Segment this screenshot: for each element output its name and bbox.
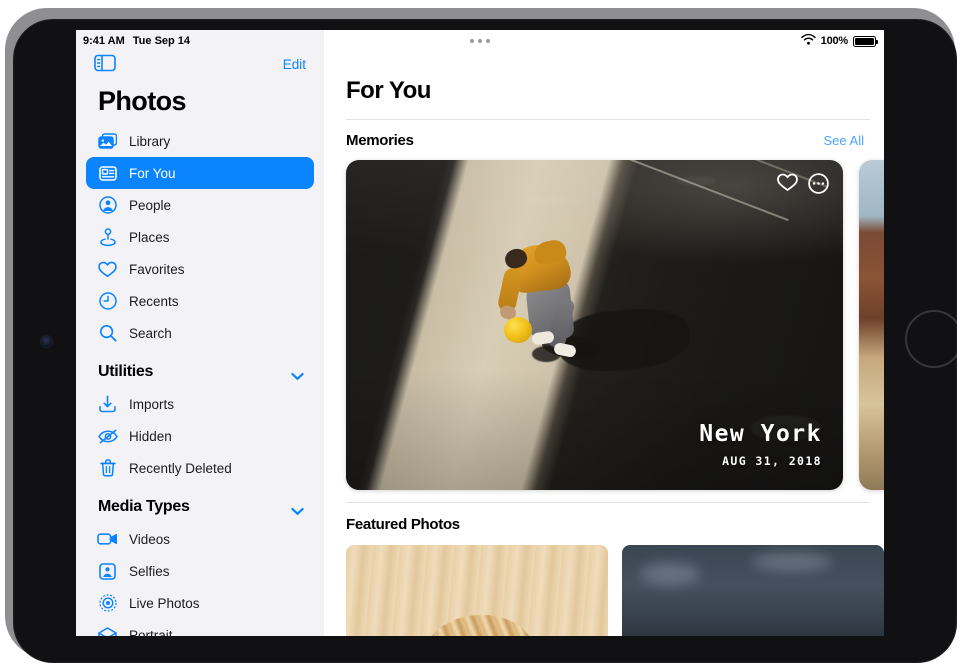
for-you-card-icon [97, 163, 118, 184]
sidebar-item-label: Selfies [129, 563, 170, 579]
photo-stack-icon [97, 131, 118, 152]
sidebar-section-media-types-items: Videos Selfies Live Photos Portrait [76, 523, 324, 636]
battery-percent-label: 100% [820, 35, 849, 47]
wall-object [837, 631, 842, 636]
sidebar-toggle-icon[interactable] [94, 54, 116, 72]
sidebar-item-for-you[interactable]: For You [86, 157, 314, 189]
sidebar-item-hidden[interactable]: Hidden [86, 420, 314, 452]
live-photo-icon [97, 593, 118, 614]
lane-marking [573, 160, 789, 222]
section-title: Media Types [98, 498, 190, 515]
sidebar-item-label: Favorites [129, 261, 185, 277]
memory-title: New York [699, 420, 822, 447]
sidebar-item-portrait[interactable]: Portrait [86, 619, 314, 636]
memories-section-header: Memories See All [324, 120, 884, 149]
portrait-cube-icon [97, 625, 118, 636]
wifi-icon [800, 33, 816, 48]
sidebar-item-live-photos[interactable]: Live Photos [86, 587, 314, 619]
sidebar-item-favorites[interactable]: Favorites [86, 253, 314, 285]
cloud-shape [640, 563, 700, 585]
featured-photo-thumbnail[interactable] [346, 545, 608, 636]
sidebar-item-label: Search [129, 325, 172, 341]
video-camera-icon [97, 529, 118, 550]
more-circle-icon[interactable] [808, 173, 829, 194]
sidebar-item-recently-deleted[interactable]: Recently Deleted [86, 452, 314, 484]
section-title: Utilities [98, 363, 154, 380]
status-bar: 9:41 AM Tue Sep 14 100% [76, 30, 884, 52]
page-title: Photos [98, 86, 187, 116]
sidebar-section-utilities-header[interactable]: Utilities [76, 349, 324, 388]
asphalt-patch [526, 194, 586, 206]
sidebar-item-library[interactable]: Library [86, 125, 314, 157]
multitasking-dots-icon[interactable] [76, 30, 884, 52]
selfie-person-icon [97, 561, 118, 582]
featured-photo-thumbnail[interactable] [622, 545, 884, 636]
sidebar-item-label: Hidden [129, 428, 172, 444]
memory-card-actions [777, 173, 829, 194]
sidebar-item-imports[interactable]: Imports [86, 388, 314, 420]
sidebar-item-selfies[interactable]: Selfies [86, 555, 314, 587]
edit-button[interactable]: Edit [283, 55, 306, 72]
sidebar-item-search[interactable]: Search [86, 317, 314, 349]
sidebar-item-places[interactable]: Places [86, 221, 314, 253]
sidebar-item-recents[interactable]: Recents [86, 285, 314, 317]
sidebar-item-label: For You [129, 165, 176, 181]
map-pin-icon [97, 227, 118, 248]
heart-icon[interactable] [777, 173, 798, 194]
asphalt-patch [676, 176, 716, 186]
chevron-down-icon[interactable] [291, 368, 304, 380]
sidebar-section-utilities-items: Imports Hidden Recently Deleted [76, 388, 324, 484]
main-content: For You Memories See All New York AUG 31… [324, 30, 884, 636]
heart-icon [97, 259, 118, 280]
multitask-dot [486, 39, 490, 43]
search-icon [97, 323, 118, 344]
sidebar-item-videos[interactable]: Videos [86, 523, 314, 555]
hair-shape [419, 608, 539, 636]
sidebar-item-label: Places [129, 229, 170, 245]
featured-photos-title: Featured Photos [346, 516, 460, 533]
sidebar-section-media-types-header[interactable]: Media Types [76, 484, 324, 523]
cloud-shape [752, 553, 832, 571]
sidebar-primary-nav: Library For You People Places Favorites … [76, 125, 324, 349]
sidebar-item-people[interactable]: People [86, 189, 314, 221]
featured-photos-row [324, 533, 884, 636]
tablet-screen: 9:41 AM Tue Sep 14 100% Edit Photos Libr… [76, 30, 884, 636]
battery-full-icon [853, 35, 878, 47]
sidebar-item-label: People [129, 197, 172, 213]
sidebar-item-label: Recently Deleted [129, 460, 232, 476]
home-button[interactable] [905, 310, 960, 368]
trash-icon [97, 458, 118, 479]
sidebar-item-label: Portrait [129, 627, 173, 637]
multitask-dot [478, 39, 482, 43]
person-circle-icon [97, 195, 118, 216]
memory-card[interactable] [859, 160, 884, 490]
sidebar-item-label: Recents [129, 293, 179, 309]
sidebar-item-label: Videos [129, 531, 171, 547]
memory-caption: New York AUG 31, 2018 [699, 420, 822, 468]
memories-see-all-link[interactable]: See All [824, 133, 864, 148]
memories-carousel[interactable]: New York AUG 31, 2018 [324, 160, 884, 490]
memory-date: AUG 31, 2018 [722, 454, 822, 468]
sidebar: Edit Photos Library For You People Place… [76, 30, 324, 636]
memory-card[interactable]: New York AUG 31, 2018 [346, 160, 843, 490]
memories-title: Memories [346, 132, 414, 149]
yellow-ball [504, 317, 532, 343]
wall-object [682, 633, 687, 636]
eye-slash-icon [97, 426, 118, 447]
multitask-dot [470, 39, 474, 43]
sidebar-item-label: Imports [129, 396, 175, 412]
import-arrow-icon [97, 394, 118, 415]
clock-icon [97, 291, 118, 312]
sidebar-item-label: Library [129, 133, 171, 149]
sidebar-item-label: Live Photos [129, 595, 200, 611]
chevron-down-icon[interactable] [291, 503, 304, 515]
status-bar-right: 100% [800, 30, 878, 52]
front-camera-icon [41, 336, 52, 347]
